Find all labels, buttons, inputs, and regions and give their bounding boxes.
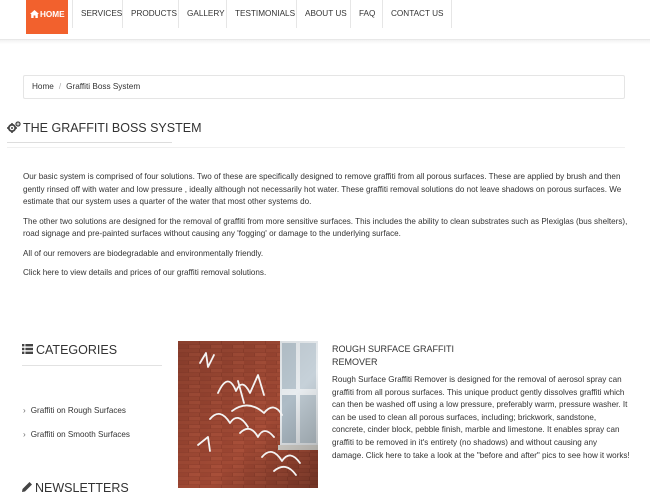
graffiti-wall-photo-icon [178,341,318,488]
breadcrumb-current: Graffiti Boss System [66,82,141,91]
newsletters-heading: NEWSLETTERS [22,481,129,495]
categories-heading: CATEGORIES [22,343,117,357]
page-title: THE GRAFFITI BOSS SYSTEM [7,121,202,137]
breadcrumb-home[interactable]: Home [32,82,54,91]
nav-gallery[interactable]: GALLERY [178,0,233,28]
categories-heading-text: CATEGORIES [36,343,118,357]
title-underline [7,142,172,143]
category-label: Graffiti on Smooth Surfaces [30,430,130,439]
breadcrumb: Home / Graffiti Boss System [23,75,625,99]
newsletters-heading-text: NEWSLETTERS [35,481,129,495]
main-navigation: HOME SERVICES PRODUCTS GALLERY TESTIMONI… [0,0,650,40]
page-title-text: THE GRAFFITI BOSS SYSTEM [23,121,202,135]
nav-products[interactable]: PRODUCTS [122,0,185,28]
categories-underline [22,365,162,366]
gears-icon [7,121,21,134]
nav-home-label: HOME [40,10,65,19]
category-label: Graffiti on Rough Surfaces [30,406,126,415]
chevron-right-icon: › [23,430,26,439]
nav-shadow [0,40,650,44]
intro-paragraph-3: All of our removers are biodegradable an… [23,248,264,258]
product-description: Rough Surface Graffiti Remover is design… [332,375,630,460]
home-icon [30,9,39,18]
breadcrumb-separator: / [58,82,62,91]
nav-about-us[interactable]: ABOUT US [296,0,355,28]
intro-text: Our basic system is comprised of four so… [23,171,628,286]
category-rough-surfaces[interactable]: › Graffiti on Rough Surfaces [23,406,126,415]
list-icon [22,344,33,355]
intro-paragraph-1: Our basic system is comprised of four so… [23,172,622,207]
pencil-icon [22,482,32,493]
category-smooth-surfaces[interactable]: › Graffiti on Smooth Surfaces [23,430,130,439]
nav-contact-us[interactable]: CONTACT US [382,0,453,28]
title-divider [7,147,625,148]
nav-faq[interactable]: FAQ [350,0,383,28]
chevron-right-icon: › [23,406,26,415]
product-image[interactable] [178,341,318,488]
nav-testimonials[interactable]: TESTIMONIALS [226,0,303,28]
nav-home[interactable]: HOME [26,0,68,34]
product-title[interactable]: ROUGH SURFACE GRAFFITI REMOVER [332,343,472,368]
intro-paragraph-2: The other two solutions are designed for… [23,216,628,239]
intro-paragraph-4[interactable]: Click here to view details and prices of… [23,267,628,280]
